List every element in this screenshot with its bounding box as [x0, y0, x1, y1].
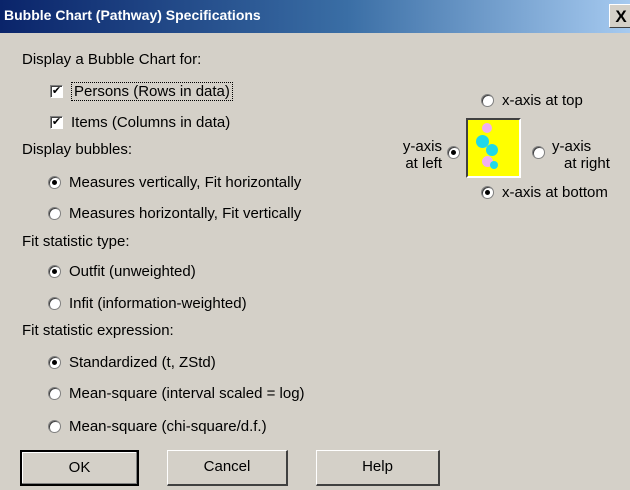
infit-radio-option[interactable]: Infit (information-weighted)	[48, 295, 247, 312]
mean-square-chi-radio[interactable]	[48, 420, 61, 433]
infit-label: Infit (information-weighted)	[69, 295, 247, 312]
window-title: Bubble Chart (Pathway) Specifications	[4, 7, 261, 23]
x-axis-bottom-label: x-axis at bottom	[502, 184, 608, 201]
persons-checkbox-label: Persons (Rows in data)	[71, 82, 233, 101]
measures-vertically-radio[interactable]	[48, 176, 61, 189]
persons-checkbox[interactable]: ✔	[50, 85, 63, 98]
infit-radio[interactable]	[48, 297, 61, 310]
y-axis-right-label: y-axis at right	[552, 138, 610, 172]
standardized-label: Standardized (t, ZStd)	[69, 354, 216, 371]
help-button[interactable]: Help	[316, 450, 440, 486]
preview-bubble	[482, 123, 492, 133]
mean-square-chi-label: Mean-square (chi-square/d.f.)	[69, 418, 267, 435]
x-axis-top-radio-option[interactable]: x-axis at top	[481, 92, 583, 109]
persons-checkbox-option[interactable]: ✔ Persons (Rows in data)	[50, 82, 233, 101]
x-axis-top-label: x-axis at top	[502, 92, 583, 109]
preview-bubble	[486, 144, 498, 156]
measures-vertically-label: Measures vertically, Fit horizontally	[69, 174, 302, 191]
measures-horizontally-radio-option[interactable]: Measures horizontally, Fit vertically	[48, 205, 301, 222]
ok-button[interactable]: OK	[20, 450, 139, 486]
items-checkbox-option[interactable]: ✔ Items (Columns in data)	[50, 114, 230, 131]
standardized-radio[interactable]	[48, 356, 61, 369]
x-axis-top-radio[interactable]	[481, 94, 494, 107]
outfit-radio[interactable]	[48, 265, 61, 278]
title-bar[interactable]: Bubble Chart (Pathway) Specifications X	[0, 0, 630, 33]
preview-bubble	[490, 161, 498, 169]
x-axis-bottom-radio[interactable]	[481, 186, 494, 199]
items-checkbox-label: Items (Columns in data)	[71, 114, 231, 131]
check-icon: ✔	[51, 85, 62, 97]
bubble-chart-preview	[466, 118, 521, 178]
mean-square-log-radio-option[interactable]: Mean-square (interval scaled = log)	[48, 385, 305, 402]
display-bubbles-heading: Display bubbles:	[22, 141, 133, 158]
items-checkbox[interactable]: ✔	[50, 116, 63, 129]
y-axis-left-radio[interactable]	[447, 146, 460, 159]
standardized-radio-option[interactable]: Standardized (t, ZStd)	[48, 354, 216, 371]
close-button[interactable]: X	[609, 4, 630, 28]
cancel-button[interactable]: Cancel	[167, 450, 288, 486]
outfit-label: Outfit (unweighted)	[69, 263, 196, 280]
measures-horizontally-radio[interactable]	[48, 207, 61, 220]
x-axis-bottom-radio-option[interactable]: x-axis at bottom	[481, 184, 608, 201]
bubble-chart-dialog: Bubble Chart (Pathway) Specifications X …	[0, 0, 630, 490]
fit-type-heading: Fit statistic type:	[22, 233, 130, 250]
measures-horizontally-label: Measures horizontally, Fit vertically	[69, 205, 302, 222]
measures-vertically-radio-option[interactable]: Measures vertically, Fit horizontally	[48, 174, 301, 191]
close-icon: X	[615, 7, 627, 26]
y-axis-left-label: y-axis at left	[402, 138, 442, 172]
mean-square-chi-radio-option[interactable]: Mean-square (chi-square/d.f.)	[48, 418, 267, 435]
mean-square-log-label: Mean-square (interval scaled = log)	[69, 385, 305, 402]
y-axis-right-radio[interactable]	[532, 146, 545, 159]
fit-expression-heading: Fit statistic expression:	[22, 322, 174, 339]
check-icon: ✔	[51, 116, 62, 128]
display-for-heading: Display a Bubble Chart for:	[22, 51, 202, 68]
mean-square-log-radio[interactable]	[48, 387, 61, 400]
outfit-radio-option[interactable]: Outfit (unweighted)	[48, 263, 196, 280]
